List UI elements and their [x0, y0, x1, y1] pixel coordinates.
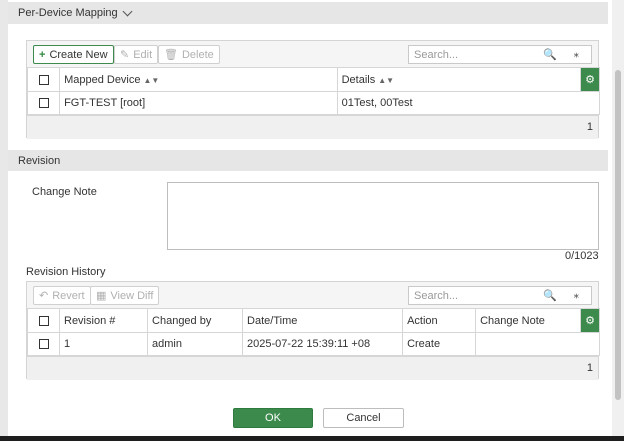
search-placeholder: Search... — [414, 289, 459, 302]
row-checkbox[interactable] — [38, 339, 49, 350]
table-row[interactable]: FGT-TEST [root] 01Test, 00Test — [26, 91, 601, 115]
column-details[interactable]: Details ▲▼ — [336, 67, 582, 92]
column-datetime[interactable]: Date/Time — [242, 308, 404, 333]
mapping-table: Mapped Device ▲▼ Details ▲▼ ⚙ FGT-TEST [ro… — [26, 67, 601, 115]
revert-label: Revert — [52, 289, 85, 302]
cell-changed-by: admin — [147, 332, 244, 356]
mapping-toolbar: + Create New ✎ Edit 🗑 Delete Search... 🔍… — [27, 41, 598, 68]
search-placeholder: Search... — [414, 48, 459, 61]
revision-table: Revision # Changed by Date/Time Action C… — [27, 308, 600, 356]
edit-button[interactable]: ✎ Edit — [114, 45, 159, 64]
gear-icon[interactable]: ⚙ — [580, 67, 600, 92]
column-mapped-device[interactable]: Mapped Device ▲▼ — [59, 67, 338, 92]
section-title: Per-Device Mapping — [18, 7, 118, 19]
revision-history-panel: ↶ Revert ▦ View Diff Search... 🔍 ⁎ Revis… — [26, 281, 600, 380]
record-count: 1 — [586, 121, 593, 133]
section-title: Revision — [18, 154, 61, 167]
cancel-button[interactable]: Cancel — [323, 408, 404, 428]
table-row[interactable]: 1 admin 2025-07-22 15:39:11 +08 Create — [27, 332, 600, 356]
ok-button[interactable]: OK — [233, 408, 313, 428]
cell-details: 01Test, 00Test — [336, 91, 601, 115]
select-all-checkbox[interactable] — [38, 74, 49, 85]
asterisk-icon[interactable]: ⁎ — [574, 288, 580, 301]
table-header-row: Mapped Device ▲▼ Details ▲▼ ⚙ — [26, 67, 600, 92]
create-new-button[interactable]: + Create New — [33, 45, 114, 64]
column-label: Mapped Device — [64, 73, 141, 86]
create-new-label: Create New — [49, 48, 108, 61]
column-label: Details — [341, 73, 376, 86]
change-note-textarea[interactable] — [167, 182, 599, 250]
select-all-cell — [27, 308, 60, 333]
undo-icon: ↶ — [39, 290, 49, 302]
mapping-search-input[interactable]: Search... 🔍 ⁎ — [408, 45, 592, 64]
table-header-row: Revision # Changed by Date/Time Action C… — [27, 308, 600, 333]
cell-change-note — [475, 332, 600, 356]
gear-icon[interactable]: ⚙ — [580, 308, 600, 333]
asterisk-icon[interactable]: ⁎ — [574, 47, 580, 60]
column-changed-by[interactable]: Changed by — [147, 308, 244, 333]
delete-button[interactable]: 🗑 Delete — [158, 45, 220, 64]
revision-footer: 1 — [27, 356, 598, 380]
cell-datetime: 2025-07-22 15:39:11 +08 — [242, 332, 404, 356]
revision-history-label: Revision History — [26, 266, 106, 278]
select-all-cell — [26, 67, 61, 92]
magnifier-icon[interactable]: 🔍 — [543, 289, 557, 302]
cell-action: Create — [402, 332, 477, 356]
change-note-label: Change Note — [32, 186, 97, 198]
mapping-panel: + Create New ✎ Edit 🗑 Delete Search... 🔍… — [26, 40, 601, 139]
column-revision[interactable]: Revision # — [58, 308, 149, 333]
delete-label: Delete — [181, 48, 214, 61]
view-diff-label: View Diff — [110, 289, 154, 302]
edit-icon: ✎ — [120, 49, 130, 61]
row-select-cell — [26, 91, 61, 115]
trash-icon: 🗑 — [164, 49, 178, 61]
revision-header: Revision — [8, 150, 608, 171]
taskbar — [0, 436, 624, 441]
revision-toolbar: ↶ Revert ▦ View Diff Search... 🔍 ⁎ — [27, 282, 598, 309]
scrollbar-thumb[interactable] — [615, 70, 621, 400]
revision-search-input[interactable]: Search... 🔍 ⁎ — [408, 286, 592, 305]
sort-icon: ▲▼ — [378, 75, 395, 85]
cell-mapped-device: FGT-TEST [root] — [59, 91, 338, 115]
view-diff-button[interactable]: ▦ View Diff — [90, 286, 160, 305]
record-count: 1 — [586, 362, 593, 374]
select-all-checkbox[interactable] — [38, 315, 49, 326]
edit-label: Edit — [133, 48, 153, 61]
scrollbar[interactable] — [612, 0, 624, 436]
diff-icon: ▦ — [96, 290, 107, 302]
column-action[interactable]: Action — [402, 308, 477, 333]
column-change-note[interactable]: Change Note — [475, 308, 582, 333]
per-device-mapping-header[interactable]: Per-Device Mapping — [8, 2, 608, 24]
revert-button[interactable]: ↶ Revert — [33, 286, 91, 305]
plus-icon: + — [39, 48, 46, 61]
chevron-down-icon[interactable] — [122, 6, 133, 16]
cell-revision: 1 — [58, 332, 149, 356]
sort-icon: ▲▼ — [143, 75, 160, 85]
char-counter: 0/1023 — [565, 250, 599, 262]
mapping-footer: 1 — [27, 115, 598, 139]
row-checkbox[interactable] — [38, 98, 49, 109]
magnifier-icon[interactable]: 🔍 — [543, 48, 557, 61]
row-select-cell — [27, 332, 60, 356]
